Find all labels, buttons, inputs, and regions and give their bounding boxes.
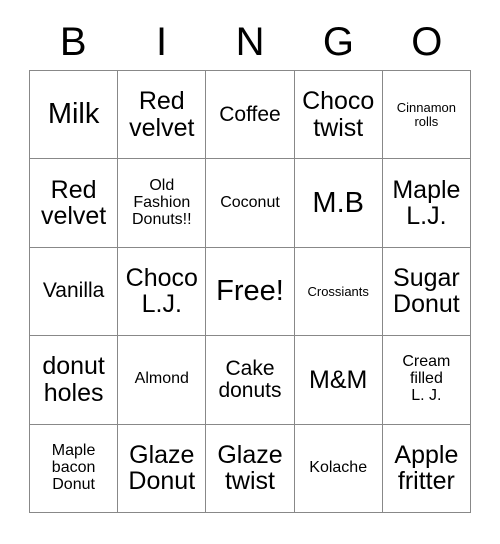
bingo-cell-label: Choco twist [302, 87, 375, 142]
bingo-cell-label: Apple fritter [394, 440, 459, 496]
bingo-cell[interactable]: donut holes [30, 336, 119, 425]
bingo-cell-label: Milk [47, 98, 100, 131]
bingo-cell-label: Red velvet [129, 87, 195, 142]
bingo-cell[interactable]: Choco L.J. [118, 247, 207, 337]
bingo-header-letter-o: O [411, 20, 443, 64]
bingo-cell[interactable]: Coconut [206, 159, 295, 248]
bingo-cell-label: Kolache [309, 458, 368, 476]
bingo-cell-label: Coconut [220, 193, 280, 211]
bingo-header-row: B I N G O [29, 14, 471, 70]
bingo-cell[interactable]: Red velvet [30, 159, 119, 248]
bingo-cell-label: Free! [216, 275, 284, 308]
bingo-cell-label: Glaze twist [217, 440, 283, 496]
bingo-cell[interactable]: Almond [118, 336, 207, 425]
bingo-header-letter-b: B [59, 20, 87, 64]
bingo-header-letter-n: N [235, 20, 265, 64]
bingo-cell[interactable]: Free! [206, 247, 295, 337]
bingo-cell-label: Crossiants [307, 283, 369, 299]
bingo-grid: Milk Red velvet Coffee Choco twist Cinnamon … [29, 70, 471, 513]
bingo-cell-label: Maple L.J. [392, 175, 461, 231]
bingo-cell[interactable]: Crossiants [294, 247, 383, 337]
bingo-cell[interactable]: Apple fritter [382, 424, 471, 513]
bingo-cell-label: Old Fashion Donuts!! [131, 176, 192, 228]
bingo-card: B I N G O Milk Red velvet Coffee Choco twis… [0, 0, 500, 544]
bingo-cell-label: M&M [309, 365, 368, 394]
bingo-cell-label: Maple bacon Donut [51, 441, 96, 493]
bingo-cell-label: Coffee [219, 102, 281, 126]
bingo-cell-label: M.B [312, 186, 364, 219]
bingo-cell[interactable]: Choco twist [294, 71, 383, 160]
bingo-cell-label: Cake donuts [218, 356, 282, 402]
bingo-header-letter-i: I [156, 20, 168, 64]
bingo-cell-label: Cream filled L. J. [402, 353, 451, 405]
bingo-cell-label: Choco L.J. [125, 263, 198, 319]
bingo-cell[interactable]: Kolache [294, 424, 383, 513]
bingo-cell[interactable]: Maple L.J. [382, 159, 471, 248]
bingo-cell[interactable]: Red velvet [118, 71, 207, 160]
bingo-cell[interactable]: Cake donuts [206, 336, 295, 425]
bingo-cell[interactable]: M.B [294, 159, 383, 248]
bingo-cell[interactable]: Vanilla [30, 247, 119, 337]
bingo-cell[interactable]: Glaze twist [206, 424, 295, 513]
bingo-cell[interactable]: Old Fashion Donuts!! [118, 159, 207, 248]
bingo-cell-label: donut holes [42, 352, 105, 407]
bingo-cell-label: Glaze Donut [128, 440, 196, 496]
bingo-cell[interactable]: Maple bacon Donut [30, 424, 119, 513]
bingo-cell-label: Red velvet [40, 175, 107, 231]
bingo-cell-label: Cinnamon rolls [396, 99, 457, 129]
bingo-cell[interactable]: Cream filled L. J. [382, 336, 471, 425]
bingo-cell-label: Vanilla [42, 279, 105, 303]
bingo-cell[interactable]: M&M [294, 336, 383, 425]
bingo-cell[interactable]: Milk [30, 71, 119, 160]
bingo-header-letter-g: G [322, 20, 354, 64]
bingo-cell[interactable]: Cinnamon rolls [382, 71, 471, 160]
bingo-cell-label: Almond [134, 370, 189, 388]
bingo-cell[interactable]: Coffee [206, 71, 295, 160]
bingo-cell[interactable]: Sugar Donut [382, 247, 471, 337]
bingo-cell-label: Sugar Donut [393, 263, 460, 319]
bingo-cell[interactable]: Glaze Donut [118, 424, 207, 513]
